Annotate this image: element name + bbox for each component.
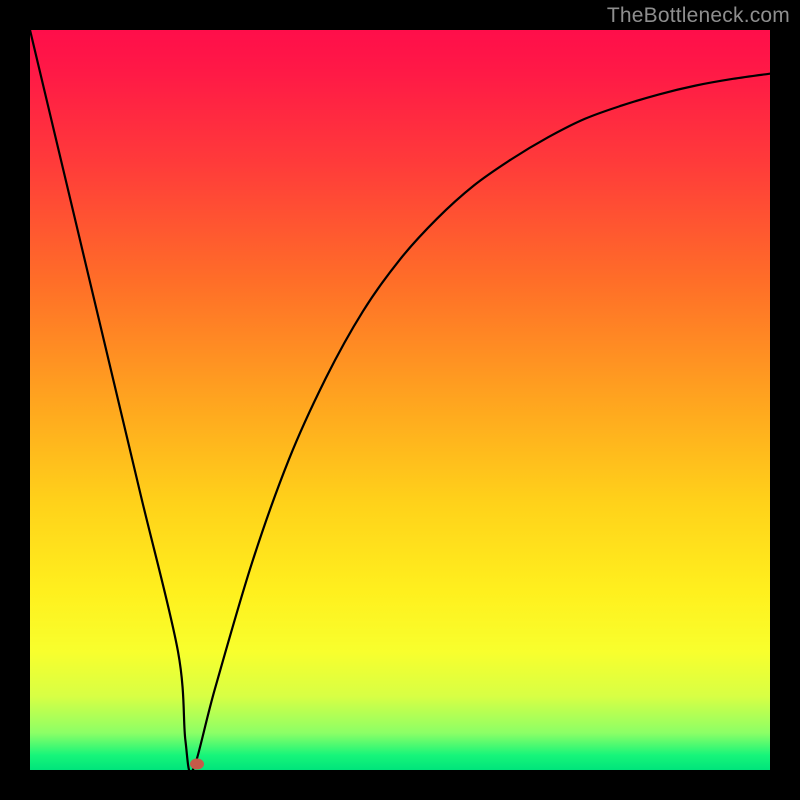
minimum-marker <box>190 759 204 770</box>
bottleneck-curve-path <box>30 30 770 770</box>
curve-svg <box>30 30 770 770</box>
chart-frame: TheBottleneck.com <box>0 0 800 800</box>
plot-area <box>30 30 770 770</box>
watermark-text: TheBottleneck.com <box>607 4 790 28</box>
